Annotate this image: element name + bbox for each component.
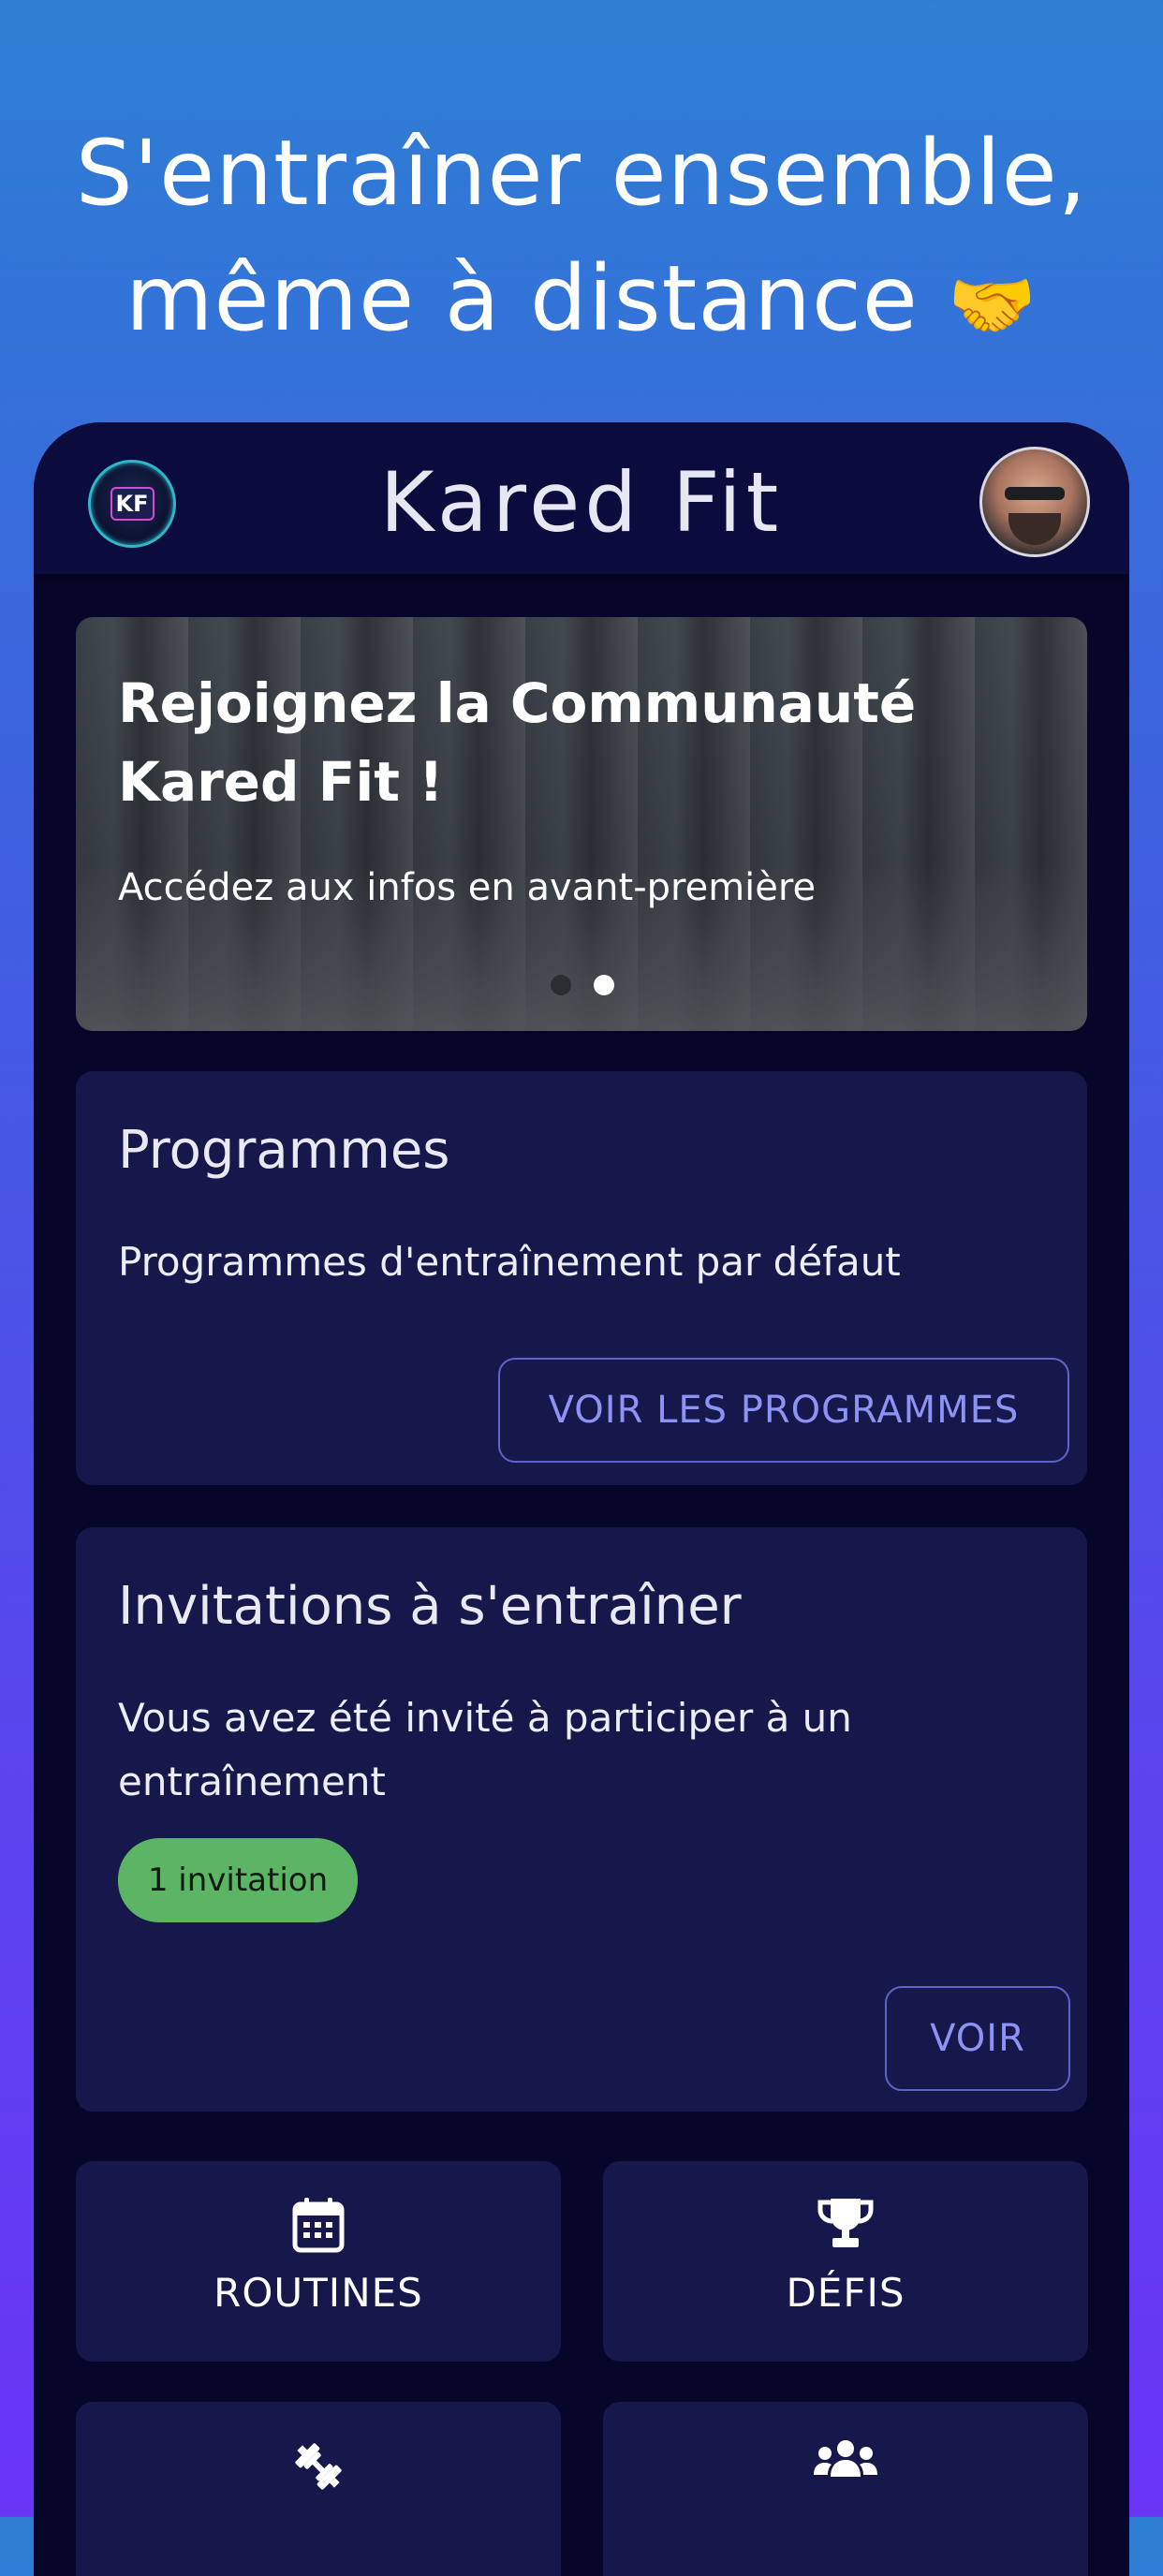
programmes-title: Programmes [118,1120,450,1181]
invitation-count-badge: 1 invitation [118,1838,358,1922]
app-title: Kared Fit [379,454,784,551]
view-invitations-button[interactable]: VOIR [885,1986,1070,2091]
dumbbell-icon [76,2437,561,2495]
exercises-tile[interactable] [76,2402,561,2576]
carousel-indicator [551,975,614,995]
invitations-card: Invitations à s'entraîner Vous avez été … [76,1527,1087,2112]
carousel-dot-1[interactable] [551,975,571,995]
carousel-dot-2[interactable] [594,975,614,995]
calendar-icon [76,2197,561,2253]
banner-title: Rejoignez la Communauté Kared Fit ! [118,671,917,814]
avatar-beard [1008,513,1061,545]
routines-label: ROUTINES [213,2270,423,2316]
promo-line-1: S'entraîner ensemble, [75,121,1088,226]
app-screen: KF Kared Fit Rejoignez la Communauté Kar… [34,422,1129,2576]
invitations-title: Invitations à s'entraîner [118,1576,742,1637]
routines-tile[interactable]: ROUTINES [76,2161,561,2362]
app-bar: KF Kared Fit [34,422,1129,574]
community-tile[interactable] [603,2402,1088,2576]
user-avatar[interactable] [979,447,1090,557]
handshake-icon: 🤝 [948,263,1038,346]
view-programmes-button[interactable]: VOIR LES PROGRAMMES [498,1358,1069,1463]
community-banner[interactable]: Rejoignez la Communauté Kared Fit ! Accé… [76,617,1087,1031]
promo-line-2: même à distance 🤝 [0,236,1163,368]
group-icon [603,2437,1088,2479]
challenges-tile[interactable]: DÉFIS [603,2161,1088,2362]
promo-headline: S'entraîner ensemble, même à distance 🤝 [0,110,1163,368]
promo-line-2-text: même à distance [125,246,919,351]
avatar-glasses [1005,487,1065,500]
challenges-label: DÉFIS [786,2270,905,2316]
trophy-icon [603,2197,1088,2249]
invitations-description: Vous avez été invité à participer à un e… [118,1695,852,1804]
banner-subtitle: Accédez aux infos en avant-première [118,866,817,909]
programmes-card: Programmes Programmes d'entraînement par… [76,1071,1087,1485]
programmes-description: Programmes d'entraînement par défaut [118,1239,901,1285]
